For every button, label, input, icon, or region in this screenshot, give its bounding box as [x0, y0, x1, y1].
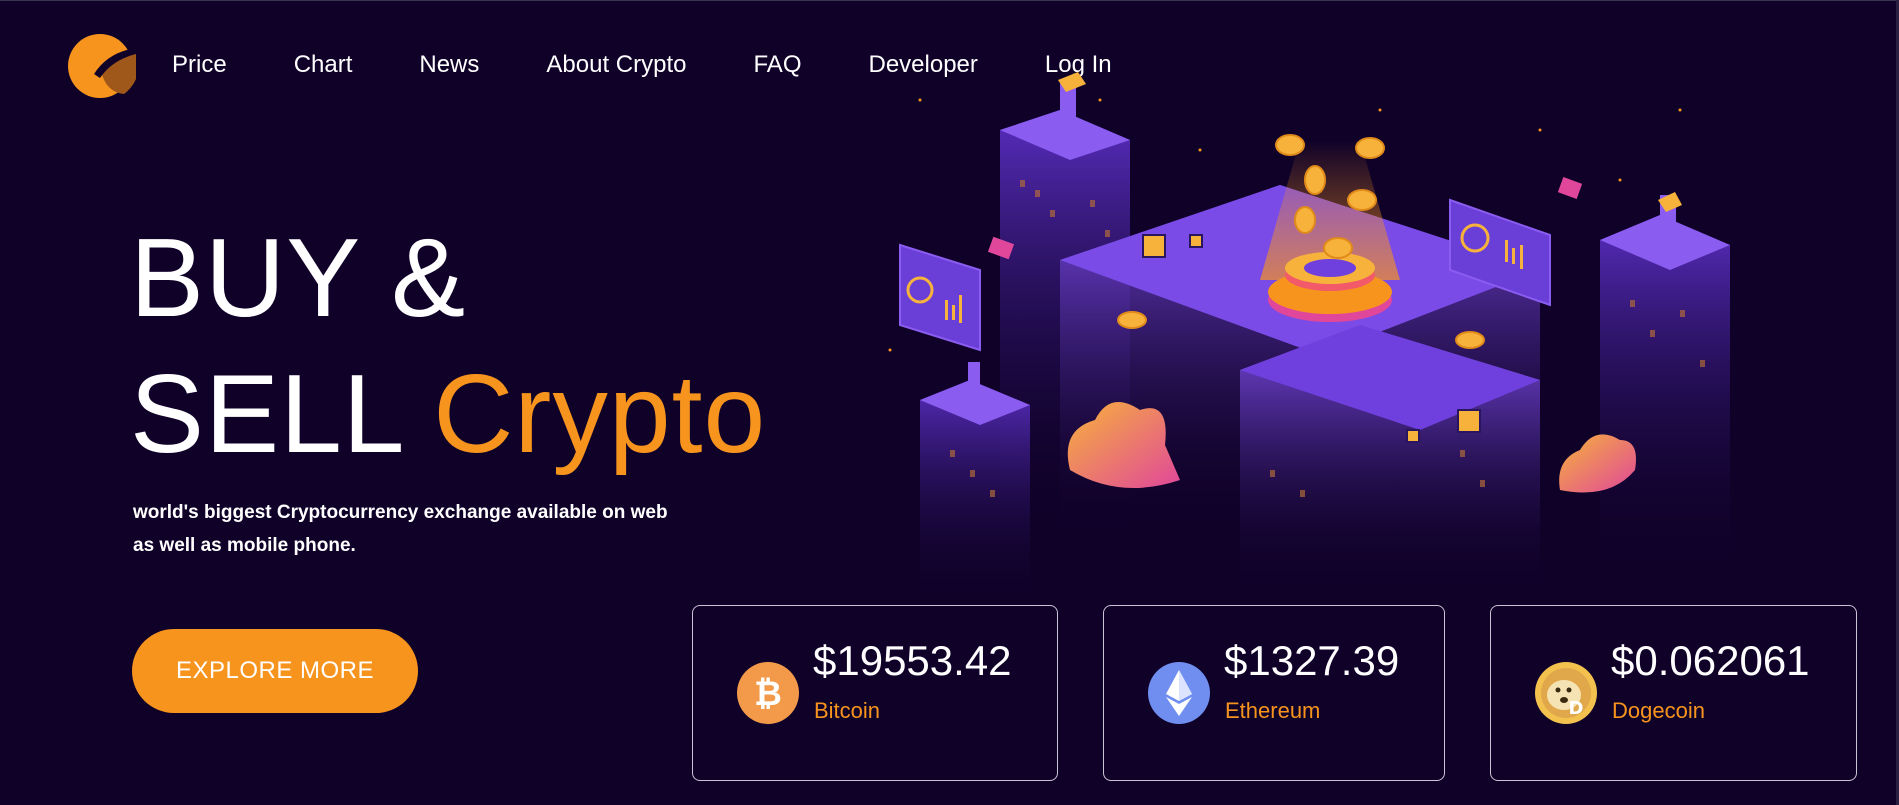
dogecoin-icon: D [1535, 662, 1597, 724]
hero-subtitle-line1: world's biggest Cryptocurrency exchange … [133, 502, 668, 523]
nav-price[interactable]: Price [172, 50, 227, 80]
logo-icon[interactable] [64, 34, 136, 98]
svg-text:D: D [1569, 698, 1584, 719]
hero-title-line1: BUY & [130, 216, 467, 340]
hero-title-crypto: Crypto [433, 352, 767, 476]
price-card-dogecoin[interactable]: D $0.062061 Dogecoin [1490, 605, 1857, 781]
nav-chart[interactable]: Chart [294, 50, 353, 80]
price-card-ethereum[interactable]: $1327.39 Ethereum [1103, 605, 1445, 781]
ethereum-name: Ethereum [1225, 698, 1321, 723]
hero-title-sell: SELL [130, 352, 402, 476]
hero-title: BUY & SELL Crypto [130, 210, 766, 482]
bitcoin-name: Bitcoin [814, 698, 881, 723]
dogecoin-price: $0.062061 [1611, 637, 1810, 684]
price-card-bitcoin[interactable]: ₿ $19553.42 Bitcoin [692, 605, 1058, 781]
explore-more-button[interactable]: EXPLORE MORE [132, 629, 418, 713]
nav-news[interactable]: News [419, 50, 479, 80]
svg-text:₿: ₿ [754, 674, 782, 714]
nav-faq[interactable]: FAQ [753, 50, 801, 80]
dogecoin-name: Dogecoin [1612, 698, 1705, 723]
bitcoin-icon: ₿ [737, 662, 799, 724]
ethereum-price: $1327.39 [1224, 637, 1400, 684]
bitcoin-price: $19553.42 [813, 637, 1012, 684]
hero-subtitle: world's biggest Cryptocurrency exchange … [133, 496, 693, 562]
nav-about-crypto[interactable]: About Crypto [546, 50, 686, 80]
ethereum-icon [1148, 662, 1210, 724]
hero-subtitle-line2: as well as mobile phone. [133, 535, 356, 556]
crypto-city-illustration [888, 72, 1730, 600]
top-border [0, 0, 1899, 1]
